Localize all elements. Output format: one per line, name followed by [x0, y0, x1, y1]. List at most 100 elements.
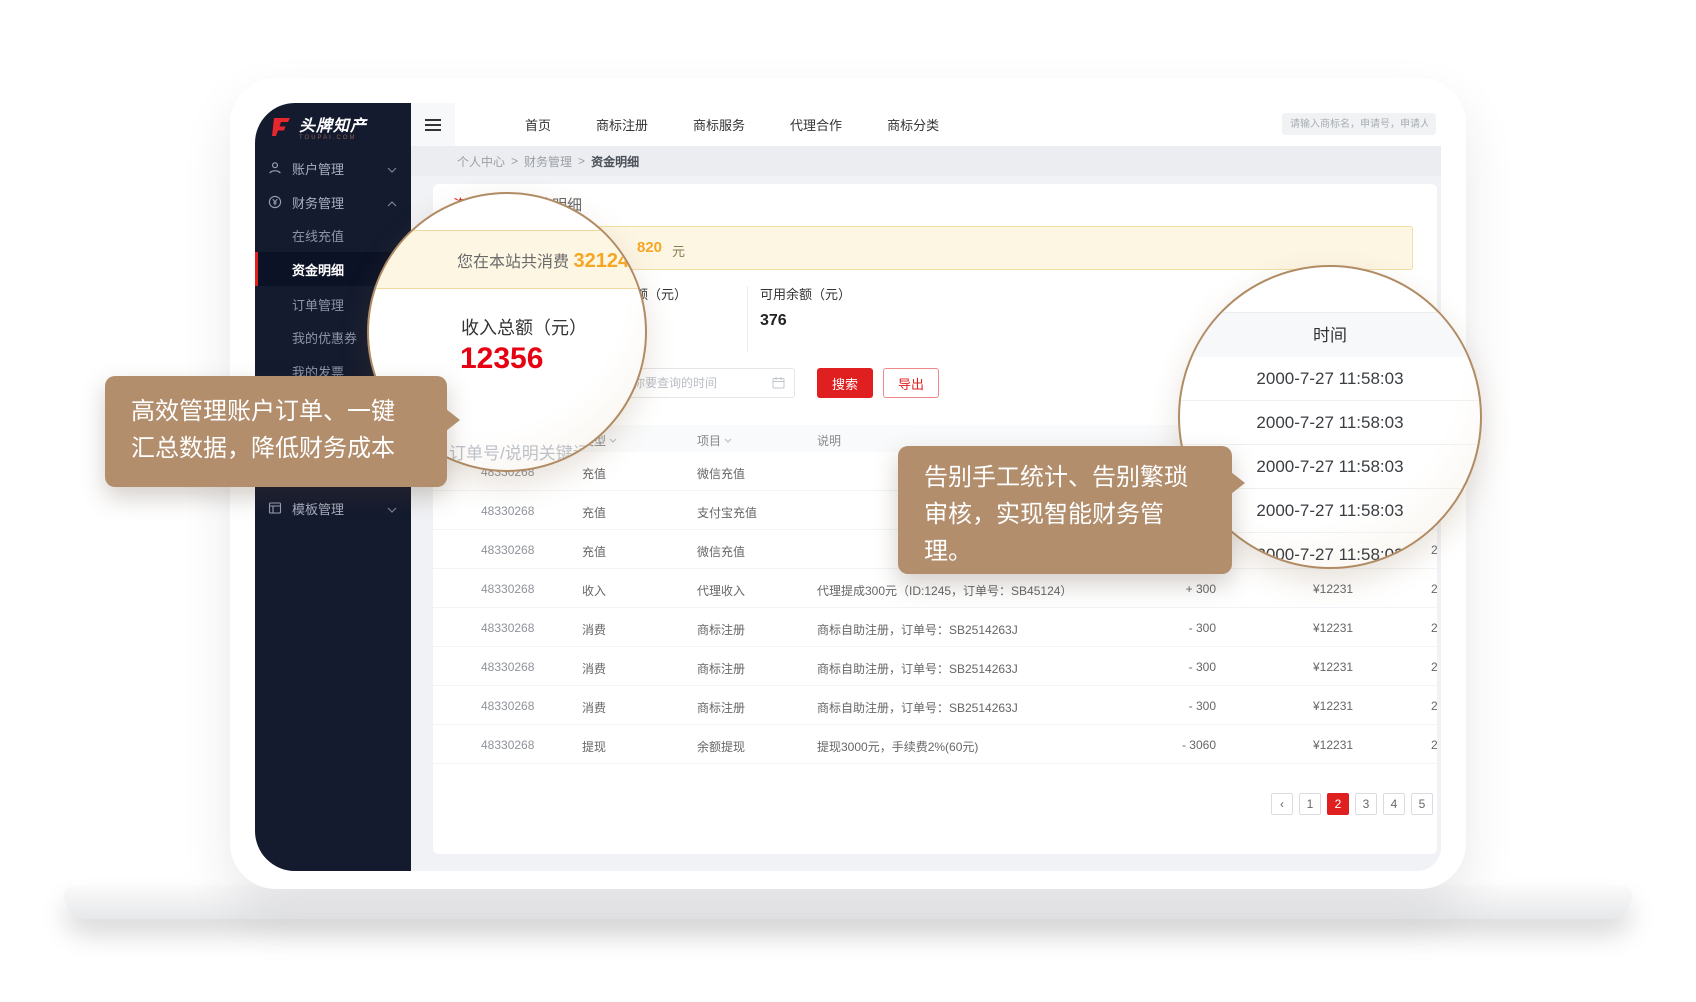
user-icon: [268, 161, 282, 175]
cell-type: 充值: [582, 465, 606, 482]
table-row: 48330268 收入 代理收入 代理提成300元（ID:1245，订单号：SB…: [433, 569, 1437, 608]
cell-project: 余额提现: [697, 738, 745, 755]
cell-description: 商标自助注册，订单号：SB2514263J: [817, 699, 1018, 716]
nav-item-home[interactable]: 首页: [525, 115, 551, 134]
logo-title: 头牌知产: [299, 118, 367, 135]
laptop-mockup: 头牌知产 TOUPAI.COM 账户管理: [0, 0, 1696, 1002]
cell-balance: ¥12231: [1313, 738, 1353, 752]
cell-description: 代理提成300元（ID:1245，订单号：SB45124）: [817, 582, 1072, 599]
nav-item-trademark-category[interactable]: 商标分类: [887, 115, 939, 134]
cell-amount: - 3060: [1126, 738, 1216, 752]
breadcrumb-personal-center[interactable]: 个人中心: [457, 153, 505, 170]
cell-type: 消费: [582, 660, 606, 677]
logo[interactable]: 头牌知产 TOUPAI.COM: [269, 115, 367, 144]
calendar-icon: [772, 376, 785, 394]
cell-amount: - 300: [1126, 660, 1216, 674]
logo-subtitle: TOUPAI.COM: [299, 135, 367, 141]
callout-right: 告别手工统计、告别繁琐 审核，实现智能财务管 理。: [898, 446, 1232, 574]
logo-icon: [269, 115, 293, 144]
pagination-page-1[interactable]: 1: [1299, 793, 1321, 815]
cell-project: 商标注册: [697, 699, 745, 716]
breadcrumb-finance[interactable]: 财务管理: [524, 153, 572, 170]
cell-project: 商标注册: [697, 660, 745, 677]
cell-type: 消费: [582, 621, 606, 638]
template-icon: [268, 501, 282, 515]
cell-balance: ¥12231: [1313, 699, 1353, 713]
caret-down-icon: [609, 438, 617, 443]
table-row: 48330268 提现 余额提现 提现3000元，手续费2%(60元) - 30…: [433, 725, 1437, 764]
breadcrumb: 个人中心 > 财务管理 > 资金明细: [411, 146, 1441, 176]
finance-icon: [268, 195, 282, 209]
nav-item-trademark-register[interactable]: 商标注册: [596, 115, 648, 134]
magnified-time-header: 时间: [1180, 312, 1480, 357]
cell-project: 代理收入: [697, 582, 745, 599]
cell-description: 商标自助注册，订单号：SB2514263J: [817, 660, 1018, 677]
table-row: 48330268 消费 商标注册 商标自助注册，订单号：SB2514263J -…: [433, 686, 1437, 725]
stat-available-balance: 可用余额（元） 376: [760, 284, 851, 330]
cell-type: 消费: [582, 699, 606, 716]
laptop-base: [64, 886, 1632, 919]
cell-time: 2000-7-27 11:58:03: [1431, 699, 1437, 713]
breadcrumb-separator: >: [511, 154, 518, 168]
breadcrumb-current: 资金明细: [591, 153, 639, 170]
cell-balance: ¥12231: [1313, 621, 1353, 635]
cell-project: 微信充值: [697, 465, 745, 482]
trademark-search-input[interactable]: [1282, 113, 1436, 135]
sidebar-item-account[interactable]: 账户管理: [255, 151, 411, 185]
cell-order-no: 48330268: [481, 660, 534, 674]
nav-item-trademark-service[interactable]: 商标服务: [693, 115, 745, 134]
callout-left: 高效管理账户订单、一键 汇总数据，降低财务成本: [105, 376, 447, 487]
pagination-page-3[interactable]: 3: [1355, 793, 1377, 815]
caret-down-icon: [724, 438, 732, 443]
cell-type: 收入: [582, 582, 606, 599]
magnified-time-cell: 2000-7-27 11:58:03: [1180, 357, 1480, 401]
chevron-down-icon: [387, 501, 397, 516]
callout-arrow-right-icon: [1231, 472, 1245, 494]
export-button[interactable]: 导出: [883, 368, 939, 398]
cell-description: 商标自助注册，订单号：SB2514263J: [817, 621, 1018, 638]
nav-item-agent-cooperation[interactable]: 代理合作: [790, 115, 842, 134]
search-button[interactable]: 搜索: [817, 368, 873, 398]
stat-divider: [747, 286, 748, 352]
chevron-up-icon: [387, 195, 397, 210]
cell-time: 2000-7-27 11:58:03: [1431, 621, 1437, 635]
pagination-page-4[interactable]: 4: [1383, 793, 1405, 815]
cell-amount: - 300: [1126, 699, 1216, 713]
table-row: 48330268 消费 商标注册 商标自助注册，订单号：SB2514263J -…: [433, 647, 1437, 686]
cell-time: 2000-7-27 11:58:03: [1431, 738, 1437, 752]
cell-order-no: 48330268: [481, 543, 534, 557]
cell-type: 提现: [582, 738, 606, 755]
breadcrumb-separator: >: [578, 154, 585, 168]
hamburger-menu-icon[interactable]: [411, 103, 455, 146]
cell-order-no: 48330268: [481, 504, 534, 518]
cell-order-no: 48330268: [481, 699, 534, 713]
sidebar-item-finance[interactable]: 财务管理: [255, 185, 411, 219]
pagination-page-2[interactable]: 2: [1327, 793, 1349, 815]
cell-time: 2000-7-27 11:58:03: [1431, 582, 1437, 596]
sidebar-item-template-management[interactable]: 模板管理: [255, 491, 411, 525]
cell-amount: + 300: [1126, 582, 1216, 596]
pagination-prev-button[interactable]: ‹: [1271, 793, 1293, 815]
cell-amount: - 300: [1126, 621, 1216, 635]
pagination-page-5[interactable]: 5: [1411, 793, 1433, 815]
magnified-income-value: 12356: [460, 342, 543, 376]
cell-type: 充值: [582, 504, 606, 521]
cell-balance: ¥12231: [1313, 582, 1353, 596]
chevron-down-icon: [387, 161, 397, 176]
magnified-input-placeholder: 订单号/说明关键词: [449, 439, 590, 464]
top-nav: 首页 商标注册 商标服务 代理合作 商标分类: [411, 103, 1441, 146]
cell-description: 提现3000元，手续费2%(60元): [817, 738, 978, 755]
sidebar: 头牌知产 TOUPAI.COM 账户管理: [255, 103, 411, 871]
cell-project: 支付宝充值: [697, 504, 757, 521]
magnified-time-cell: 2000-7-27 11:58:03: [1180, 401, 1480, 445]
header-project[interactable]: 项目: [697, 432, 732, 449]
magnified-banner-text: 您在本站共消费 32124 元: [457, 248, 647, 273]
cell-type: 充值: [582, 543, 606, 560]
table-row: 48330268 消费 商标注册 商标自助注册，订单号：SB2514263J -…: [433, 608, 1437, 647]
callout-arrow-right-icon: [446, 409, 460, 431]
cell-order-no: 48330268: [481, 621, 534, 635]
header-description: 说明: [817, 432, 841, 449]
cell-order-no: 48330268: [481, 738, 534, 752]
cell-balance: ¥12231: [1313, 660, 1353, 674]
cell-project: 商标注册: [697, 621, 745, 638]
